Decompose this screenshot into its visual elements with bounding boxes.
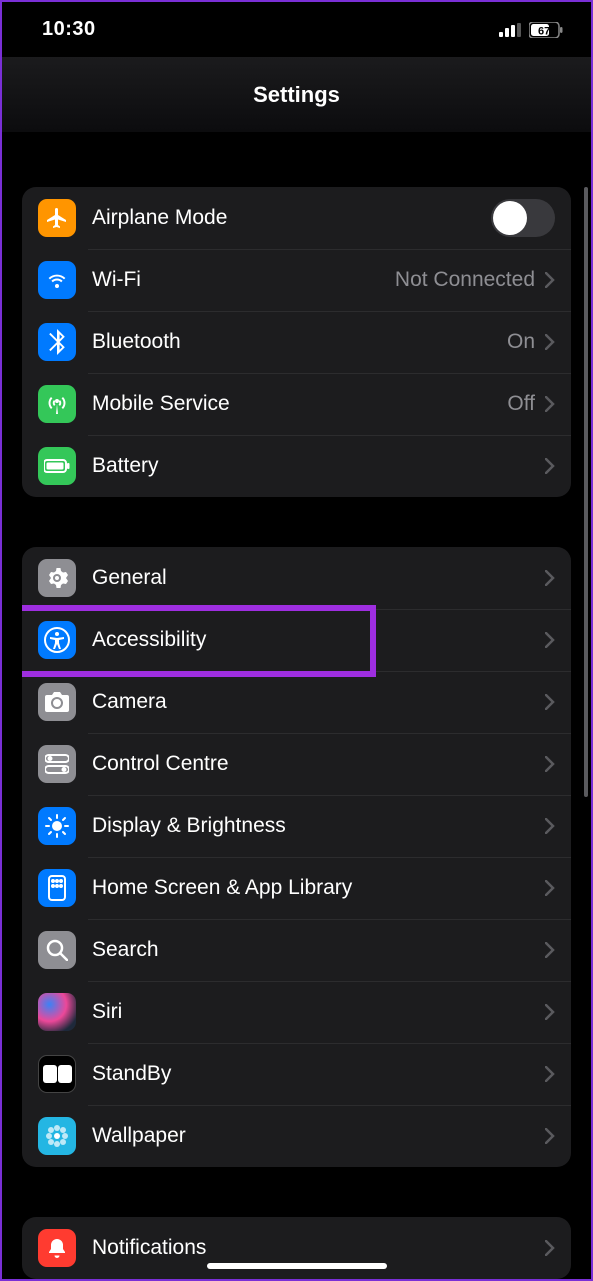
status-right: 67 (499, 22, 563, 38)
battery-settings-icon (38, 447, 76, 485)
row-label: Control Centre (92, 752, 545, 776)
cellular-icon (499, 23, 521, 37)
chevron-right-icon (545, 396, 555, 412)
row-search[interactable]: Search (22, 919, 571, 981)
row-label: Notifications (92, 1236, 545, 1260)
chevron-right-icon (545, 1004, 555, 1020)
chevron-right-icon (545, 1066, 555, 1082)
home-indicator[interactable] (207, 1263, 387, 1269)
row-label: Wi-Fi (92, 268, 395, 292)
siri-icon (38, 993, 76, 1031)
row-label: Battery (92, 454, 545, 478)
notifications-icon (38, 1229, 76, 1267)
standby-icon (38, 1055, 76, 1093)
row-value: Off (507, 392, 535, 416)
chevron-right-icon (545, 880, 555, 896)
airplane-icon (38, 199, 76, 237)
row-general[interactable]: General (22, 547, 571, 609)
row-label: Display & Brightness (92, 814, 545, 838)
header: Settings (2, 57, 591, 132)
settings-group-general: General Accessibility Camera Control Cen… (22, 547, 571, 1167)
row-mobile-service[interactable]: Mobile Service Off (22, 373, 571, 435)
row-label: Mobile Service (92, 392, 507, 416)
row-label: Search (92, 938, 545, 962)
row-value: On (507, 330, 535, 354)
antenna-icon (38, 385, 76, 423)
row-label: Airplane Mode (92, 206, 491, 230)
row-label: Siri (92, 1000, 545, 1024)
settings-group-notifications: Notifications (22, 1217, 571, 1279)
chevron-right-icon (545, 458, 555, 474)
row-siri[interactable]: Siri (22, 981, 571, 1043)
status-time: 10:30 (42, 18, 96, 41)
row-label: Accessibility (92, 628, 545, 652)
chevron-right-icon (545, 272, 555, 288)
chevron-right-icon (545, 570, 555, 586)
camera-icon (38, 683, 76, 721)
chevron-right-icon (545, 1128, 555, 1144)
row-label: Home Screen & App Library (92, 876, 545, 900)
airplane-toggle[interactable] (491, 199, 555, 237)
accessibility-icon (38, 621, 76, 659)
row-bluetooth[interactable]: Bluetooth On (22, 311, 571, 373)
row-camera[interactable]: Camera (22, 671, 571, 733)
home-screen-icon (38, 869, 76, 907)
row-wifi[interactable]: Wi-Fi Not Connected (22, 249, 571, 311)
battery-icon: 67 (529, 22, 563, 38)
row-wallpaper[interactable]: Wallpaper (22, 1105, 571, 1167)
row-display-brightness[interactable]: Display & Brightness (22, 795, 571, 857)
wallpaper-icon (38, 1117, 76, 1155)
row-control-centre[interactable]: Control Centre (22, 733, 571, 795)
search-icon (38, 931, 76, 969)
chevron-right-icon (545, 334, 555, 350)
chevron-right-icon (545, 942, 555, 958)
settings-group-connectivity: Airplane Mode Wi-Fi Not Connected Blueto… (22, 187, 571, 497)
wifi-icon (38, 261, 76, 299)
row-label: General (92, 566, 545, 590)
row-battery[interactable]: Battery (22, 435, 571, 497)
chevron-right-icon (545, 756, 555, 772)
row-airplane-mode[interactable]: Airplane Mode (22, 187, 571, 249)
row-notifications[interactable]: Notifications (22, 1217, 571, 1279)
svg-text:67: 67 (538, 25, 550, 37)
row-home-screen[interactable]: Home Screen & App Library (22, 857, 571, 919)
bluetooth-icon (38, 323, 76, 361)
control-centre-icon (38, 745, 76, 783)
row-label: Camera (92, 690, 545, 714)
row-label: StandBy (92, 1062, 545, 1086)
brightness-icon (38, 807, 76, 845)
chevron-right-icon (545, 818, 555, 834)
row-label: Wallpaper (92, 1124, 545, 1148)
page-title: Settings (253, 82, 340, 108)
row-standby[interactable]: StandBy (22, 1043, 571, 1105)
scroll-indicator[interactable] (584, 187, 588, 797)
row-accessibility[interactable]: Accessibility (22, 609, 571, 671)
chevron-right-icon (545, 1240, 555, 1256)
row-label: Bluetooth (92, 330, 507, 354)
chevron-right-icon (545, 632, 555, 648)
chevron-right-icon (545, 694, 555, 710)
row-value: Not Connected (395, 268, 535, 292)
status-bar: 10:30 67 (2, 2, 591, 57)
gear-icon (38, 559, 76, 597)
